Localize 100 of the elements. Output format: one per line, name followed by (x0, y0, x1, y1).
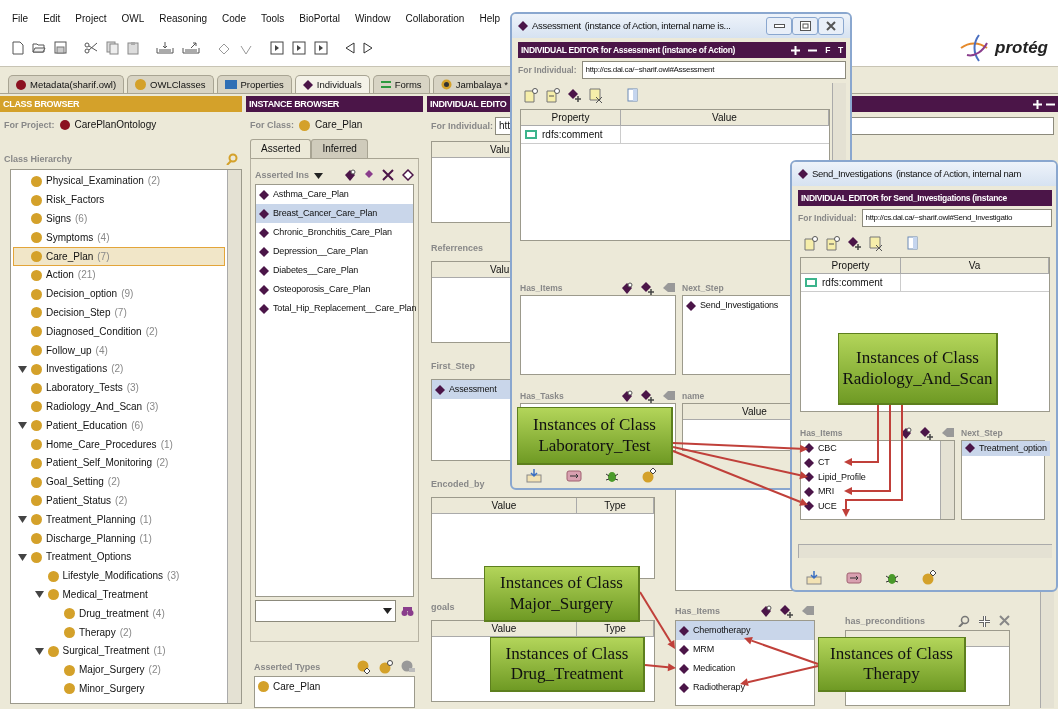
diamond-tag-icon[interactable] (760, 605, 772, 618)
menu-item[interactable]: Code (222, 13, 246, 25)
tree-row[interactable]: Discharge_Planning (1) (13, 529, 225, 548)
circle-add-icon[interactable] (357, 660, 371, 674)
menu-item[interactable]: File (12, 13, 29, 25)
open-folder-icon[interactable] (32, 41, 46, 54)
circle-tag-icon[interactable] (642, 468, 656, 483)
expand-triangle-icon[interactable] (18, 364, 27, 374)
instance-name-row[interactable]: CT (801, 455, 940, 470)
instance-name-row[interactable]: Asthma_Care_Plan (256, 185, 413, 204)
instance-name-row[interactable]: Treatment_option (962, 441, 1050, 456)
tree-row[interactable]: Goal_Setting (2) (13, 472, 225, 492)
tab[interactable]: Properties (216, 75, 292, 93)
tree-row[interactable]: Care_Plan (7) (13, 247, 225, 266)
diamond-add-icon[interactable] (641, 389, 654, 403)
instance-name-row[interactable]: MRI (801, 484, 940, 499)
tree-row[interactable]: Signs (6) (13, 209, 225, 229)
tab[interactable]: Metadata(sharif.owl) (8, 75, 125, 93)
close-icon[interactable] (999, 615, 1010, 626)
new-file-icon[interactable] (12, 41, 24, 55)
diamond-add-icon[interactable] (920, 426, 933, 440)
diamond-add-icon[interactable] (641, 281, 654, 295)
url-field[interactable]: http://cs.dal.ca/~sharif.owl#Assessment (581, 61, 846, 79)
combo-field[interactable] (255, 600, 396, 622)
instance-name-row[interactable]: MRM (676, 640, 814, 659)
type-row[interactable]: Care_Plan (255, 677, 414, 696)
instance-name-row[interactable]: Chronic_Bronchitis_Care_Plan (256, 223, 413, 242)
copy-icon[interactable] (106, 41, 119, 55)
tree-row[interactable]: Lifestyle_Modifications (3) (13, 566, 225, 586)
framed-box-icon[interactable] (270, 41, 284, 55)
menu-item[interactable]: OWL (121, 13, 145, 25)
menu-item[interactable]: Collaboration (405, 13, 465, 25)
import-icon[interactable] (156, 42, 174, 54)
diamond-icon[interactable] (364, 169, 374, 179)
diamond-tag-icon[interactable] (344, 169, 356, 182)
tree-row[interactable]: Patient_Status (2) (13, 491, 225, 511)
close-button[interactable] (818, 17, 844, 35)
note-add-icon[interactable] (804, 235, 818, 251)
tree-row[interactable]: Physical_Examination (2) (13, 172, 225, 191)
menu-item[interactable]: BioPortal (299, 13, 340, 25)
note-remove-icon[interactable] (589, 87, 603, 103)
tree-row[interactable]: Radiology_And_Scan (3) (13, 397, 225, 417)
menu-item[interactable]: Tools (261, 13, 285, 25)
instance-name-row[interactable]: CBC (801, 441, 940, 456)
instance-name-row[interactable]: Chemotherapy (676, 621, 814, 640)
menu-item[interactable]: Reasoning (159, 13, 208, 25)
note-add-icon[interactable] (524, 87, 538, 103)
tree-row[interactable]: Home_Care_Procedures (1) (13, 435, 225, 454)
scrollbar[interactable] (798, 544, 1052, 558)
paste-icon[interactable] (127, 41, 139, 55)
tree-row[interactable]: Action (21) (13, 266, 225, 285)
expand-triangle-icon[interactable] (34, 646, 44, 656)
diamond-add-icon[interactable] (848, 236, 861, 250)
tree-row[interactable]: Therapy (2) (13, 623, 225, 642)
tree-row[interactable]: Risk_Factors (13, 190, 225, 210)
tree-row[interactable]: Drug_treatment (4) (13, 604, 225, 624)
note-remove-icon[interactable] (869, 235, 883, 251)
url-field[interactable]: http://cs.dal.ca/~sharif.owl#Send_Investigatio (861, 209, 1052, 227)
tree-row[interactable]: Patient_Self_Monitoring (2) (13, 453, 225, 473)
import-icon[interactable] (526, 468, 542, 483)
tab[interactable]: Asserted (250, 139, 312, 158)
tag-icon[interactable] (566, 468, 582, 483)
menu-item[interactable]: Project (75, 13, 107, 25)
scrollbar[interactable] (940, 441, 954, 519)
diamond-outline-icon[interactable] (402, 169, 414, 181)
tree-row[interactable]: Laboratory_Tests (3) (13, 378, 225, 398)
save-icon[interactable] (54, 41, 67, 54)
expand-triangle-icon[interactable] (18, 515, 27, 525)
instance-name-row[interactable]: Diabetes__Care_Plan (256, 261, 413, 280)
tab[interactable]: OWLClasses (127, 75, 214, 93)
expand-triangle-icon[interactable] (34, 590, 44, 600)
tab[interactable]: Forms (372, 75, 430, 93)
diamond-add-icon[interactable] (568, 88, 581, 102)
tree-row[interactable]: Major_Surgery (2) (13, 660, 225, 680)
circle-tag-icon[interactable] (922, 570, 936, 585)
binoculars-icon[interactable] (401, 605, 414, 617)
instance-name-row[interactable]: UCE (801, 499, 940, 514)
instance-name-row[interactable]: Depression__Care_Plan (256, 242, 413, 261)
scrollbar[interactable] (227, 170, 241, 703)
tree-row[interactable]: Symptoms (4) (13, 228, 225, 248)
menu-item[interactable]: Help (479, 13, 500, 25)
tree-row[interactable]: Diagnosed_Condition (2) (13, 322, 225, 342)
tree-row[interactable]: Investigations (2) (13, 359, 225, 379)
diamond-tag-icon[interactable] (621, 389, 633, 403)
diamond-add-icon[interactable] (780, 605, 793, 618)
note-tag-icon[interactable] (546, 87, 560, 103)
tree-row[interactable]: Treatment_Planning (1) (13, 510, 225, 530)
minimize-button[interactable] (766, 17, 792, 35)
tab[interactable]: Inferred (311, 139, 368, 158)
framed-box-icon[interactable] (292, 41, 306, 55)
export-icon[interactable] (182, 42, 200, 54)
delete-icon[interactable] (382, 169, 394, 181)
note-tag-icon[interactable] (826, 235, 840, 251)
tree-row[interactable]: Follow_up (4) (13, 341, 225, 360)
menu-item[interactable]: Edit (43, 13, 61, 25)
back-triangle-icon[interactable] (345, 42, 355, 54)
instance-name-row[interactable]: Medication (676, 659, 814, 678)
expand-triangle-icon[interactable] (18, 552, 27, 562)
tree-row[interactable]: Patient_Education (6) (13, 416, 225, 436)
tree-row[interactable]: Treatment_Options (13, 547, 225, 567)
